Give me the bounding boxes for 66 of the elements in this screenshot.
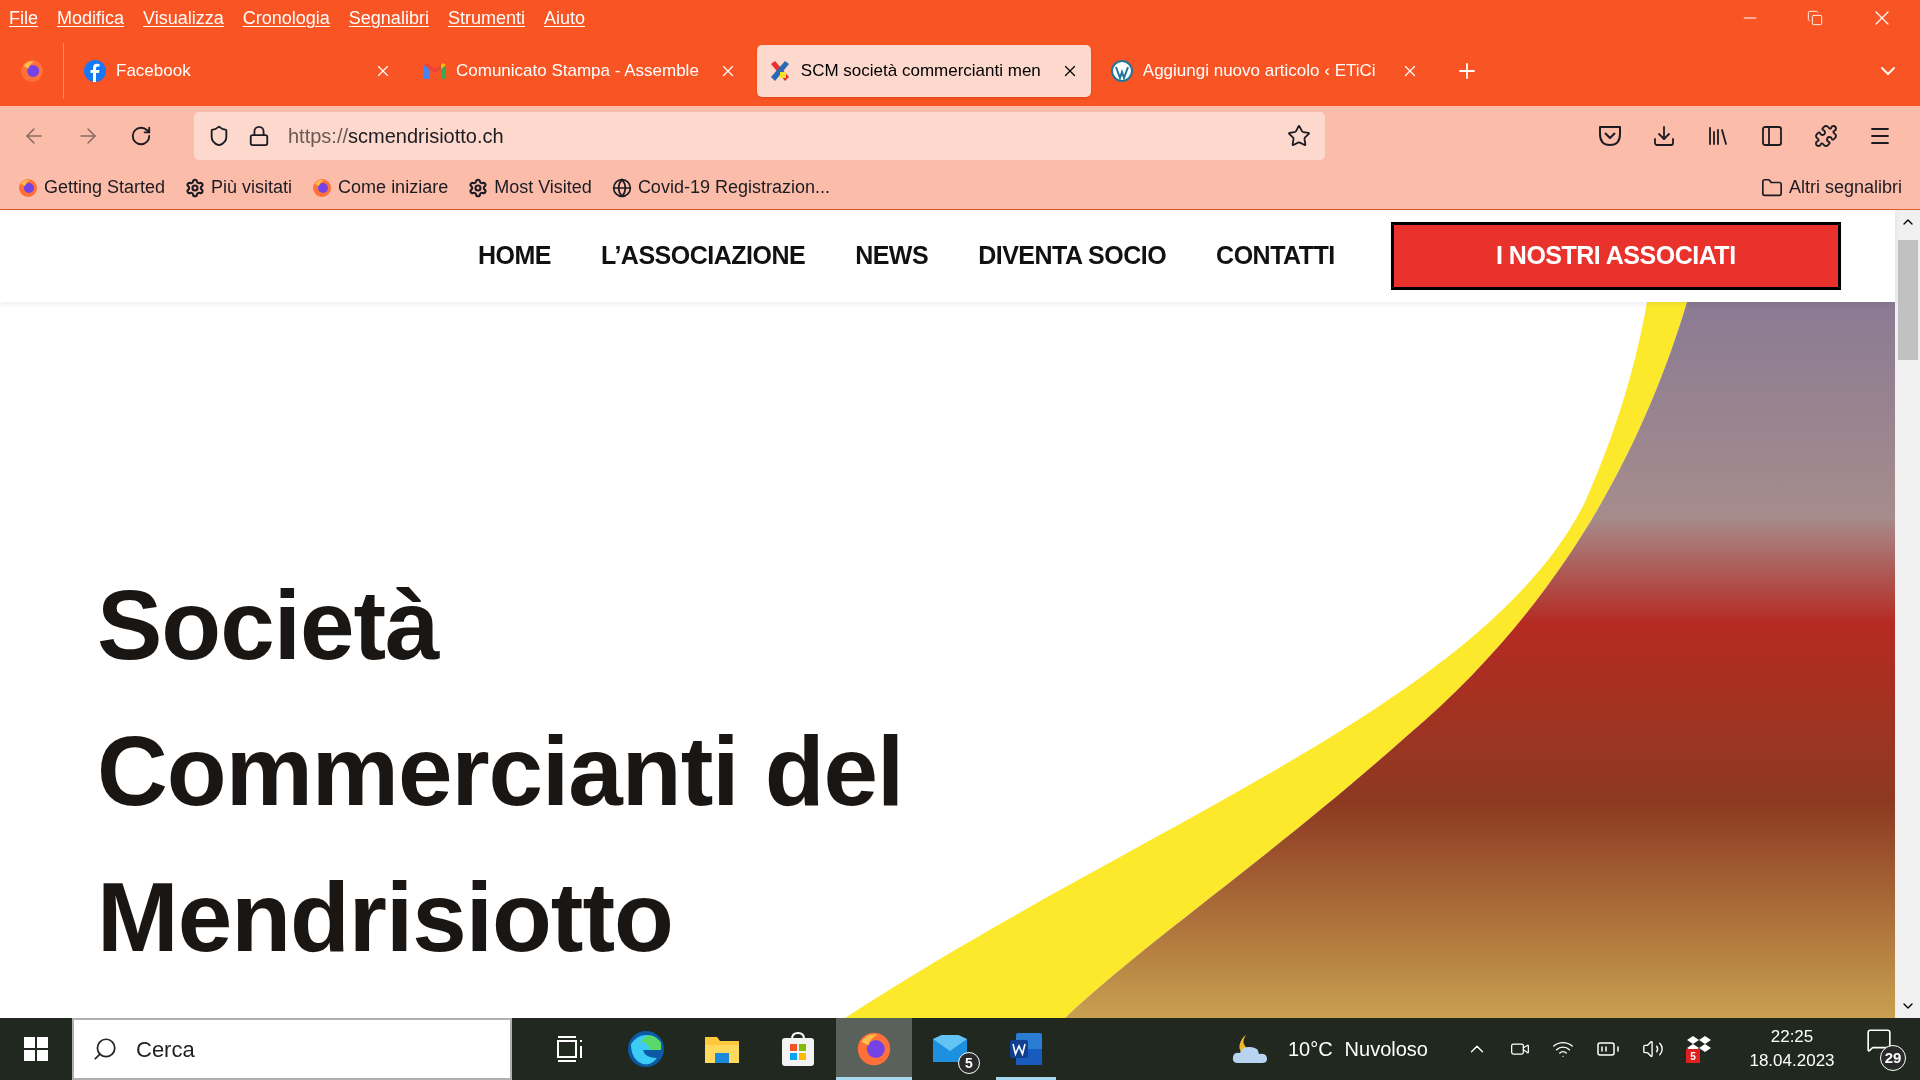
bookmark-link[interactable]: Altri segnalibri	[1788, 174, 1902, 201]
shield-icon	[208, 125, 230, 147]
pocket-icon[interactable]	[1598, 125, 1622, 147]
weather-condition[interactable]: Nuvoloso	[1344, 1034, 1428, 1064]
tab-title: SCM società commercianti men	[800, 60, 1041, 83]
nav-link[interactable]: CONTATTI	[1216, 237, 1335, 275]
tab-title: Comunicato Stampa - Assemble	[456, 60, 699, 83]
hero-title-line: Commercianti del	[97, 715, 905, 828]
bookmark-link[interactable]: Covid-19 Registrazion...	[637, 174, 830, 201]
document-app-icon	[1008, 1031, 1044, 1067]
firefox-logo-icon	[312, 177, 333, 198]
bookmark-link[interactable]: Most Visited	[494, 174, 592, 201]
search-icon	[92, 1036, 118, 1062]
gear-icon	[185, 177, 206, 198]
cloudy-moon-icon	[1231, 1033, 1270, 1065]
gear-icon	[468, 177, 489, 198]
bookmark-link[interactable]: Più visitati	[211, 174, 293, 201]
nav-link[interactable]: NEWS	[855, 237, 929, 275]
facebook-logo-icon	[84, 60, 106, 82]
notification-count-badge: 5	[1686, 1049, 1700, 1063]
scrollbar-thumb[interactable]	[1897, 240, 1918, 360]
unread-badge: 5	[958, 1052, 980, 1074]
reload-icon[interactable]	[130, 125, 152, 147]
cross-logo-icon	[768, 60, 791, 82]
associates-button[interactable]: I NOSTRI ASSOCIATI	[1390, 222, 1841, 290]
globe-icon	[611, 177, 632, 198]
folder-icon	[1760, 176, 1783, 199]
bookmark-star-icon[interactable]	[1287, 124, 1311, 148]
nav-link[interactable]: HOME	[478, 237, 551, 275]
scrollbar[interactable]	[1895, 210, 1920, 1018]
restore-icon[interactable]	[1807, 10, 1823, 26]
address-field[interactable]: https://scmendrisiotto.ch	[194, 112, 1325, 160]
download-icon[interactable]	[1652, 124, 1676, 148]
bookmark-link[interactable]: Getting Started	[44, 174, 166, 201]
running-indicator	[996, 1077, 1056, 1080]
tab-title: Facebook	[116, 60, 191, 83]
shopping-bag-icon	[781, 1031, 815, 1067]
swirl-browser-icon	[627, 1030, 665, 1068]
notifications-icon[interactable]	[1866, 1027, 1892, 1053]
clock-date[interactable]: 18.04.2023	[1749, 1049, 1835, 1073]
volume-icon[interactable]	[1642, 1038, 1664, 1060]
tab-title: Aggiungi nuovo articolo ‹ ETiCi	[1142, 60, 1376, 83]
clock-time[interactable]: 22:25	[1770, 1025, 1814, 1049]
firefox-logo-icon	[856, 1031, 892, 1067]
weather-temperature[interactable]: 10°C	[1287, 1034, 1333, 1064]
notification-count-badge: 29	[1880, 1045, 1906, 1071]
sidebar-icon[interactable]	[1760, 124, 1784, 148]
search-field[interactable]: Cerca	[72, 1018, 512, 1080]
nav-link[interactable]: DIVENTA SOCIO	[978, 237, 1167, 275]
url-text: https://scmendrisiotto.ch	[288, 124, 504, 149]
lock-icon	[248, 125, 270, 147]
start-icon[interactable]	[24, 1037, 48, 1061]
library-icon[interactable]	[1706, 124, 1730, 148]
firefox-logo-icon	[18, 177, 38, 198]
hero-title-line: Società	[97, 569, 441, 682]
browser-tab[interactable]: SCM società commercianti men	[756, 45, 1091, 97]
wordpress-logo-icon	[1110, 60, 1133, 82]
extensions-icon[interactable]	[1814, 124, 1838, 148]
envelope-m-logo-icon	[424, 63, 446, 79]
task-view-icon	[556, 1036, 584, 1062]
hero-title-line: Mendrisiotto	[97, 861, 674, 974]
firefox-menu-icon	[19, 59, 44, 83]
bookmark-link[interactable]: Come iniziare	[338, 174, 449, 201]
search-placeholder: Cerca	[136, 1035, 195, 1064]
taskbar-app[interactable]: 5	[912, 1018, 988, 1080]
nav-link[interactable]: L’ASSOCIAZIONE	[601, 237, 806, 275]
